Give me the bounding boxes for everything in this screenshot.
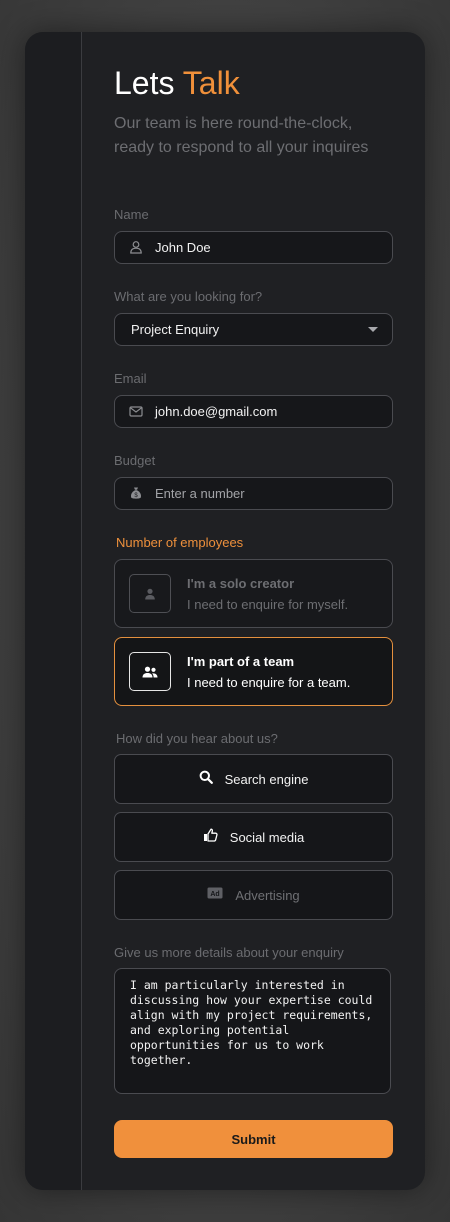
- mail-icon: [129, 404, 143, 418]
- left-rail: [25, 32, 82, 1190]
- option-title: I'm a solo creator: [187, 576, 295, 591]
- option-description: I need to enquire for myself.: [187, 597, 349, 612]
- ad-icon: Ad: [207, 886, 223, 904]
- budget-placeholder: Enter a number: [155, 486, 245, 501]
- budget-label: Budget: [114, 453, 156, 468]
- title-plain: Lets: [114, 65, 175, 101]
- user-icon: [129, 240, 143, 254]
- budget-field[interactable]: $ Enter a number: [114, 477, 393, 510]
- title-accent: Talk: [182, 65, 240, 101]
- source-label: How did you hear about us?: [116, 731, 278, 746]
- name-value: John Doe: [155, 240, 211, 255]
- submit-button[interactable]: Submit: [114, 1120, 393, 1158]
- chevron-down-icon: [368, 327, 378, 332]
- email-label: Email: [114, 371, 147, 386]
- name-field[interactable]: John Doe: [114, 231, 393, 264]
- page-subtitle: Our team is here round-the-clock, ready …: [114, 115, 369, 156]
- looking-for-value: Project Enquiry: [131, 322, 220, 337]
- details-label: Give us more details about your enquiry: [114, 945, 344, 960]
- source-option-advertising[interactable]: Ad Advertising: [114, 870, 393, 920]
- looking-for-label: What are you looking for?: [114, 289, 263, 304]
- source-option-label: Social media: [229, 829, 305, 845]
- user-icon: [129, 574, 171, 613]
- employee-option-solo[interactable]: I'm a solo creator I need to enquire for…: [114, 559, 393, 628]
- svg-text:Ad: Ad: [211, 891, 220, 898]
- name-label: Name: [114, 207, 149, 222]
- contact-card: Lets Talk Our team is here round-the-clo…: [25, 32, 425, 1190]
- source-option-label: Search engine: [224, 771, 309, 787]
- email-value: john.doe@gmail.com: [155, 404, 278, 419]
- page-title: Lets Talk: [114, 65, 240, 102]
- source-option-search-engine[interactable]: Search engine: [114, 754, 393, 804]
- looking-for-select[interactable]: Project Enquiry: [114, 313, 393, 346]
- search-icon: [199, 770, 213, 789]
- thumbs-up-icon: [203, 828, 218, 847]
- details-textarea[interactable]: I am particularly interested in discussi…: [114, 968, 391, 1094]
- employee-option-team[interactable]: I'm part of a team I need to enquire for…: [114, 637, 393, 706]
- money-bag-icon: $: [129, 486, 143, 500]
- option-description: I need to enquire for a team.: [187, 675, 351, 690]
- users-icon: [129, 652, 171, 691]
- employees-label: Number of employees: [116, 535, 244, 550]
- source-option-social-media[interactable]: Social media: [114, 812, 393, 862]
- email-field[interactable]: john.doe@gmail.com: [114, 395, 393, 428]
- option-title: I'm part of a team: [187, 654, 295, 669]
- source-option-label: Advertising: [235, 887, 300, 903]
